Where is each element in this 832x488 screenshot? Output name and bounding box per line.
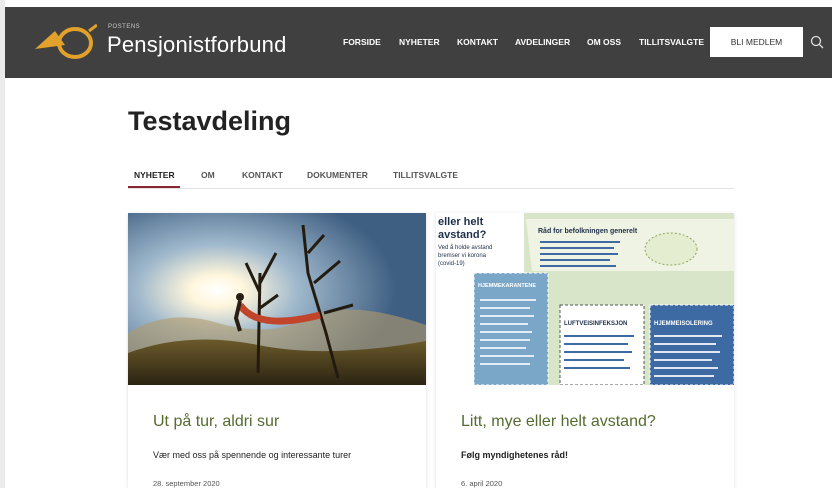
nav-nyheter[interactable]: NYHETER xyxy=(399,37,440,47)
card-excerpt: Følg myndighetenes råd! xyxy=(461,450,569,460)
brand-name[interactable]: Pensjonistforbund xyxy=(107,32,287,58)
join-button[interactable]: BLI MEDLEM xyxy=(710,27,803,57)
card-title[interactable]: Ut på tur, aldri sur xyxy=(153,413,279,431)
card-date: 28. september 2020 xyxy=(153,479,220,488)
poster-advice-title: Råd for befolkningen generelt xyxy=(538,227,638,235)
news-card-avstand[interactable]: eller helt avstand? Ved å holde avstand … xyxy=(436,213,734,488)
poster-heading-1: eller helt xyxy=(438,216,484,228)
poster-intro-1: Ved å holde avstand xyxy=(438,244,492,251)
tab-dokumenter[interactable]: DOKUMENTER xyxy=(307,170,368,180)
card-date: 6. april 2020 xyxy=(461,479,503,488)
poster-intro-2: bremser vi korona xyxy=(438,253,487,259)
poster-box-2: LUFTVEISINFEKSJON xyxy=(564,321,627,327)
news-card-tur[interactable]: Ut på tur, aldri sur Vær med oss på spen… xyxy=(128,213,426,488)
nav-kontakt[interactable]: KONTAKT xyxy=(457,37,498,47)
poster-heading-2: avstand? xyxy=(438,229,487,241)
card-title[interactable]: Litt, mye eller helt avstand? xyxy=(461,413,656,431)
nav-tillitsvalgte[interactable]: TILLITSVALGTE xyxy=(639,37,704,47)
brand-prefix: POSTENS xyxy=(108,24,141,30)
active-tab-indicator xyxy=(128,186,180,188)
tab-nyheter[interactable]: NYHETER xyxy=(134,170,175,180)
nav-om-oss[interactable]: OM OSS xyxy=(587,37,621,47)
site-header: POSTENS Pensjonistforbund FORSIDE NYHETE… xyxy=(5,7,832,78)
tab-kontakt[interactable]: KONTAKT xyxy=(242,170,283,180)
page-title: Testavdeling xyxy=(128,106,292,136)
section-tabs: NYHETER OM KONTAKT DOKUMENTER TILLITSVAL… xyxy=(128,164,734,189)
poster-box-3: HJEMMEISOLERING xyxy=(654,321,713,327)
tab-om[interactable]: OM xyxy=(201,170,215,180)
poster-intro-3: (covid-19) xyxy=(438,261,465,267)
card-excerpt: Vær med oss på spennende og interessante… xyxy=(153,450,352,460)
tab-tillitsvalgte[interactable]: TILLITSVALGTE xyxy=(393,170,458,180)
nav-avdelinger[interactable]: AVDELINGER xyxy=(515,37,570,47)
poster-box-1: HJEMMEKARANTENE xyxy=(478,283,536,289)
hammock-photo[interactable] xyxy=(128,213,426,385)
nav-forside[interactable]: FORSIDE xyxy=(343,37,381,47)
search-icon[interactable] xyxy=(810,35,824,49)
covid-advice-poster[interactable]: eller helt avstand? Ved å holde avstand … xyxy=(436,213,734,385)
posthorn-logo-icon[interactable] xyxy=(33,23,97,63)
